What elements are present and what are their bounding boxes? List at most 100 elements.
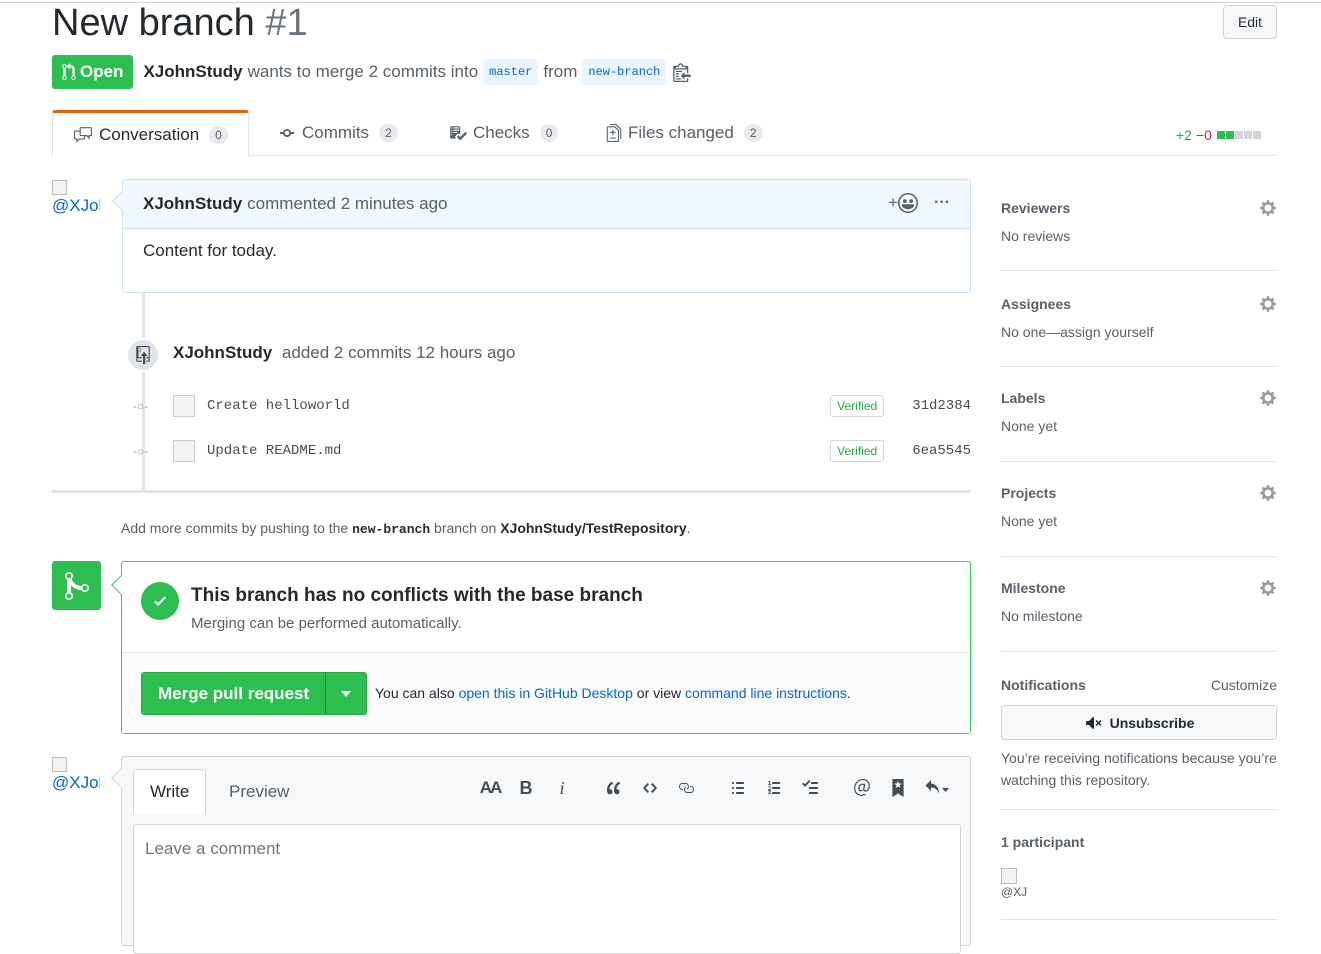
commit-event-author[interactable]: XJohnStudy: [173, 343, 272, 362]
page-title: New branch #1: [52, 2, 308, 45]
tab-checks[interactable]: Checks 0: [449, 110, 559, 156]
diffstat-block-neutral: [1252, 131, 1261, 139]
unsubscribe-label: Unsubscribe: [1109, 714, 1195, 731]
gear-icon[interactable]: [1259, 389, 1277, 407]
current-user-avatar[interactable]: @XJohnStudy: [52, 757, 100, 813]
pr-tabs: Conversation 0 Commits 2 Checks 0 Files …: [52, 110, 1277, 157]
commit-message-link[interactable]: Create helloworld: [207, 398, 830, 414]
repo-push-icon: [126, 338, 160, 372]
assignees-heading[interactable]: Assignees: [1001, 292, 1277, 316]
commit-author-avatar[interactable]: [173, 395, 195, 417]
notification-reason: You’re receiving notifications because y…: [1001, 750, 1277, 788]
diffstat-block-neutral: [1234, 131, 1243, 139]
sidebar-divider: [1001, 270, 1277, 271]
merge-pull-request-button[interactable]: Merge pull request: [142, 673, 327, 714]
checklist-icon: [450, 126, 467, 141]
comment-author-avatar[interactable]: @XJohnStudy: [52, 180, 100, 236]
pr-title: New branch: [52, 2, 255, 44]
merge-footer: Merge pull request You can also open thi…: [122, 652, 970, 733]
merge-box: This branch has no conflicts with the ba…: [111, 561, 971, 734]
head-branch-ref[interactable]: new-branch: [582, 59, 667, 85]
status-badge: Open: [52, 55, 134, 89]
from-text: from: [543, 62, 578, 81]
gear-icon[interactable]: [1259, 199, 1277, 217]
merge-text: wants to merge 2 commits into: [247, 62, 479, 81]
merge-box-pointer: [111, 575, 131, 595]
heading-button[interactable]: AA: [472, 775, 508, 801]
bold-button[interactable]: B: [508, 775, 544, 801]
commit-event-text: XJohnStudy added 2 commits 12 hours ago: [173, 343, 515, 363]
command-line-instructions-link[interactable]: command line instructions: [685, 685, 847, 701]
ordered-list-button[interactable]: [756, 775, 792, 801]
reply-dropdown-button[interactable]: [916, 775, 958, 801]
merge-method-dropdown[interactable]: [326, 673, 367, 714]
assignees-value[interactable]: No one—assign yourself: [1001, 324, 1277, 340]
mention-button[interactable]: [844, 775, 880, 801]
comment-textarea[interactable]: [133, 824, 961, 954]
reaction-plus: +: [888, 193, 899, 212]
commit-message-link[interactable]: Update README.md: [207, 443, 830, 459]
triangle-down-icon: [341, 690, 352, 697]
tab-write[interactable]: Write: [133, 769, 207, 815]
markdown-toolbar: AA B i: [472, 775, 958, 801]
open-in-desktop-link[interactable]: open this in GitHub Desktop: [459, 685, 633, 701]
link-icon: [679, 783, 694, 793]
link-button[interactable]: [668, 775, 704, 801]
push-hint-suffix: .: [686, 520, 691, 536]
gear-icon[interactable]: [1259, 484, 1277, 502]
comment-author-link[interactable]: XJohnStudy: [143, 194, 242, 214]
milestone-title: Milestone: [1001, 580, 1066, 596]
verified-badge[interactable]: Verified: [830, 395, 885, 417]
task-list-button[interactable]: [792, 775, 828, 801]
commit-sha-link[interactable]: 6ea5545: [912, 443, 971, 459]
gear-icon[interactable]: [1259, 295, 1277, 313]
pr-author-link[interactable]: XJohnStudy: [143, 62, 242, 82]
push-hint-repo-link[interactable]: XJohnStudy/TestRepository: [500, 520, 686, 536]
reviewers-heading[interactable]: Reviewers: [1001, 196, 1277, 220]
merge-button-group: Merge pull request: [141, 672, 368, 715]
customize-link[interactable]: Customize: [1211, 677, 1277, 693]
add-reaction-button[interactable]: +: [888, 193, 919, 213]
milestone-heading[interactable]: Milestone: [1001, 576, 1277, 600]
tab-files-changed-count: 2: [743, 124, 763, 142]
participant-avatar[interactable]: @XJ: [1001, 868, 1031, 898]
code-button[interactable]: [632, 775, 668, 801]
sidebar-assignees: Assignees No one—assign yourself: [1001, 292, 1277, 340]
reviewers-title: Reviewers: [1001, 200, 1071, 216]
tab-commits[interactable]: Commits 2: [278, 110, 398, 156]
labels-heading[interactable]: Labels: [1001, 386, 1277, 410]
kebab-menu-button[interactable]: ···: [934, 194, 950, 212]
commit-author-avatar[interactable]: [173, 440, 195, 462]
tab-commits-count: 2: [379, 124, 398, 142]
tasklist-icon: [802, 780, 818, 794]
broken-image-icon: [1001, 868, 1017, 884]
merge-alternatives: You can also open this in GitHub Desktop…: [375, 685, 851, 701]
base-branch-ref[interactable]: master: [483, 59, 539, 85]
sidebar-divider: [1001, 556, 1277, 557]
sidebar-divider: [1001, 366, 1277, 367]
unsubscribe-button[interactable]: Unsubscribe: [1001, 705, 1277, 740]
push-hint-middle: branch on: [434, 520, 497, 536]
merge-alt-middle: or view: [636, 685, 682, 701]
gear-icon[interactable]: [1259, 579, 1277, 597]
italic-button[interactable]: i: [544, 775, 580, 801]
quote-button[interactable]: [596, 775, 632, 801]
clipboard-icon[interactable]: [673, 62, 692, 82]
saved-replies-button[interactable]: [880, 775, 916, 801]
projects-heading[interactable]: Projects: [1001, 481, 1277, 505]
comment-timestamp[interactable]: commented 2 minutes ago: [247, 194, 447, 214]
tab-files-changed[interactable]: Files changed 2: [606, 110, 763, 156]
tab-preview[interactable]: Preview: [213, 769, 305, 814]
unordered-list-button[interactable]: [720, 775, 756, 801]
tab-conversation-count: 0: [209, 125, 228, 144]
tab-files-changed-label: Files changed: [628, 123, 734, 142]
participant-alt-text: @XJ: [1001, 885, 1028, 898]
edit-title-button[interactable]: Edit: [1223, 5, 1277, 39]
diffstat-deletions: −0: [1195, 127, 1212, 143]
editor-pointer: [111, 768, 131, 788]
merge-alt-prefix: You can also: [375, 685, 455, 701]
milestone-value: No milestone: [1001, 608, 1083, 624]
commit-sha-link[interactable]: 31d2384: [912, 398, 971, 414]
verified-badge[interactable]: Verified: [830, 440, 885, 462]
tab-conversation[interactable]: Conversation 0: [52, 110, 249, 157]
